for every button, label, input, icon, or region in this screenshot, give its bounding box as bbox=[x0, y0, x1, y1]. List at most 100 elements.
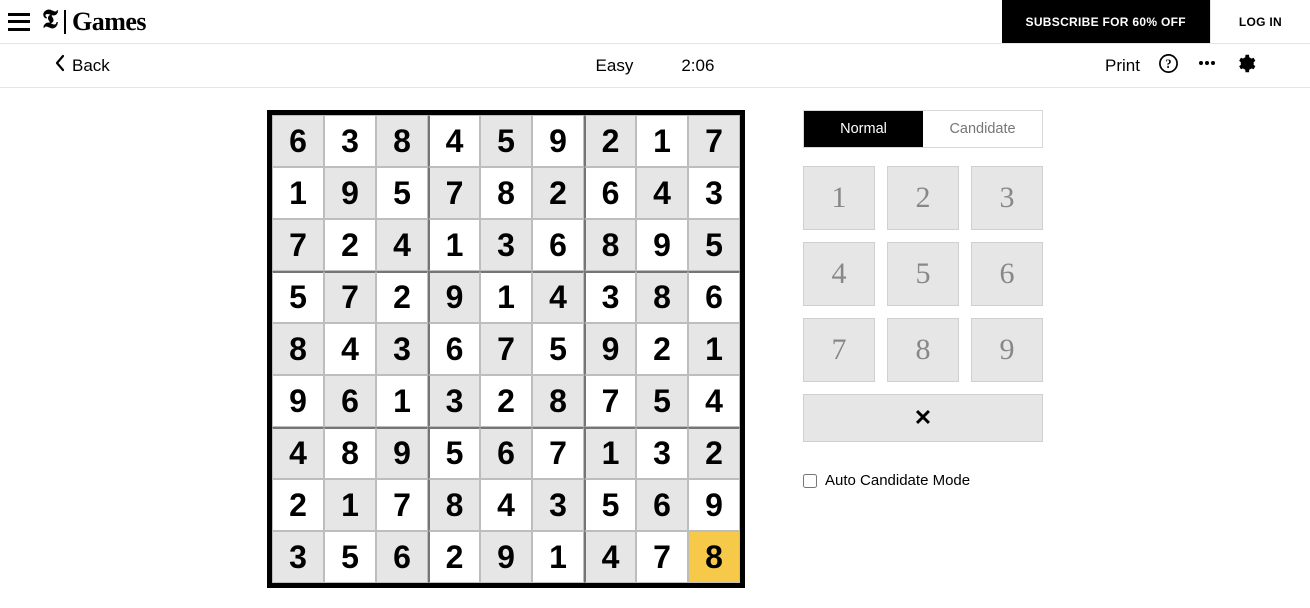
sudoku-cell[interactable]: 7 bbox=[584, 375, 636, 427]
sudoku-cell[interactable]: 3 bbox=[636, 427, 688, 479]
sudoku-cell[interactable]: 6 bbox=[480, 427, 532, 479]
sudoku-cell[interactable]: 3 bbox=[376, 323, 428, 375]
tab-normal[interactable]: Normal bbox=[804, 111, 923, 147]
sudoku-cell[interactable]: 3 bbox=[532, 479, 584, 531]
sudoku-cell[interactable]: 2 bbox=[532, 167, 584, 219]
gear-icon[interactable] bbox=[1235, 53, 1256, 79]
keypad-7[interactable]: 7 bbox=[803, 318, 875, 382]
sudoku-cell[interactable]: 6 bbox=[324, 375, 376, 427]
sudoku-cell[interactable]: 4 bbox=[324, 323, 376, 375]
sudoku-cell[interactable]: 4 bbox=[376, 219, 428, 271]
sudoku-cell[interactable]: 5 bbox=[376, 167, 428, 219]
sudoku-cell[interactable]: 6 bbox=[428, 323, 480, 375]
sudoku-cell[interactable]: 6 bbox=[532, 219, 584, 271]
keypad-8[interactable]: 8 bbox=[887, 318, 959, 382]
hamburger-menu-icon[interactable] bbox=[8, 13, 30, 31]
sudoku-cell[interactable]: 7 bbox=[532, 427, 584, 479]
back-button[interactable]: Back bbox=[54, 54, 110, 77]
sudoku-cell[interactable]: 1 bbox=[688, 323, 740, 375]
login-button[interactable]: LOG IN bbox=[1210, 0, 1310, 43]
sudoku-cell[interactable]: 8 bbox=[480, 167, 532, 219]
help-icon[interactable]: ? bbox=[1158, 53, 1179, 79]
sudoku-cell[interactable]: 1 bbox=[376, 375, 428, 427]
sudoku-cell[interactable]: 9 bbox=[480, 531, 532, 583]
sudoku-cell[interactable]: 9 bbox=[324, 167, 376, 219]
keypad-2[interactable]: 2 bbox=[887, 166, 959, 230]
sudoku-cell[interactable]: 4 bbox=[428, 115, 480, 167]
sudoku-cell[interactable]: 4 bbox=[532, 271, 584, 323]
sudoku-cell[interactable]: 5 bbox=[688, 219, 740, 271]
sudoku-cell[interactable]: 1 bbox=[272, 167, 324, 219]
sudoku-cell[interactable]: 5 bbox=[272, 271, 324, 323]
sudoku-cell[interactable]: 9 bbox=[376, 427, 428, 479]
keypad-6[interactable]: 6 bbox=[971, 242, 1043, 306]
keypad-clear[interactable]: ✕ bbox=[803, 394, 1043, 442]
keypad-5[interactable]: 5 bbox=[887, 242, 959, 306]
sudoku-cell[interactable]: 8 bbox=[428, 479, 480, 531]
keypad-4[interactable]: 4 bbox=[803, 242, 875, 306]
sudoku-cell[interactable]: 4 bbox=[584, 531, 636, 583]
sudoku-cell[interactable]: 1 bbox=[584, 427, 636, 479]
sudoku-cell[interactable]: 4 bbox=[636, 167, 688, 219]
sudoku-cell[interactable]: 2 bbox=[428, 531, 480, 583]
sudoku-cell[interactable]: 6 bbox=[584, 167, 636, 219]
sudoku-cell[interactable]: 2 bbox=[324, 219, 376, 271]
sudoku-cell[interactable]: 5 bbox=[532, 323, 584, 375]
sudoku-cell[interactable]: 6 bbox=[272, 115, 324, 167]
sudoku-cell[interactable]: 7 bbox=[480, 323, 532, 375]
sudoku-cell[interactable]: 2 bbox=[272, 479, 324, 531]
sudoku-cell[interactable]: 1 bbox=[324, 479, 376, 531]
sudoku-cell[interactable]: 6 bbox=[636, 479, 688, 531]
sudoku-cell[interactable]: 5 bbox=[480, 115, 532, 167]
sudoku-cell[interactable]: 8 bbox=[532, 375, 584, 427]
sudoku-cell[interactable]: 1 bbox=[636, 115, 688, 167]
sudoku-cell[interactable]: 9 bbox=[532, 115, 584, 167]
sudoku-cell[interactable]: 2 bbox=[480, 375, 532, 427]
keypad-3[interactable]: 3 bbox=[971, 166, 1043, 230]
sudoku-cell[interactable]: 6 bbox=[376, 531, 428, 583]
sudoku-cell[interactable]: 1 bbox=[532, 531, 584, 583]
sudoku-cell[interactable]: 7 bbox=[376, 479, 428, 531]
more-icon[interactable] bbox=[1197, 53, 1217, 78]
keypad-9[interactable]: 9 bbox=[971, 318, 1043, 382]
sudoku-cell[interactable]: 7 bbox=[428, 167, 480, 219]
sudoku-cell[interactable]: 4 bbox=[480, 479, 532, 531]
sudoku-cell[interactable]: 9 bbox=[584, 323, 636, 375]
sudoku-cell[interactable]: 9 bbox=[272, 375, 324, 427]
sudoku-cell[interactable]: 5 bbox=[584, 479, 636, 531]
sudoku-cell[interactable]: 9 bbox=[636, 219, 688, 271]
sudoku-cell[interactable]: 5 bbox=[428, 427, 480, 479]
tab-candidate[interactable]: Candidate bbox=[923, 111, 1042, 147]
sudoku-cell[interactable]: 5 bbox=[324, 531, 376, 583]
sudoku-cell[interactable]: 4 bbox=[688, 375, 740, 427]
sudoku-cell[interactable]: 3 bbox=[480, 219, 532, 271]
keypad-1[interactable]: 1 bbox=[803, 166, 875, 230]
sudoku-cell[interactable]: 8 bbox=[688, 531, 740, 583]
sudoku-cell[interactable]: 7 bbox=[636, 531, 688, 583]
nyt-games-logo[interactable]: 𝕿 Games bbox=[42, 7, 146, 37]
sudoku-cell[interactable]: 8 bbox=[324, 427, 376, 479]
sudoku-cell[interactable]: 2 bbox=[688, 427, 740, 479]
sudoku-cell[interactable]: 7 bbox=[272, 219, 324, 271]
sudoku-cell[interactable]: 3 bbox=[324, 115, 376, 167]
sudoku-cell[interactable]: 9 bbox=[428, 271, 480, 323]
sudoku-cell[interactable]: 2 bbox=[584, 115, 636, 167]
sudoku-cell[interactable]: 3 bbox=[688, 167, 740, 219]
sudoku-cell[interactable]: 1 bbox=[428, 219, 480, 271]
sudoku-cell[interactable]: 8 bbox=[636, 271, 688, 323]
sudoku-cell[interactable]: 8 bbox=[272, 323, 324, 375]
sudoku-cell[interactable]: 3 bbox=[428, 375, 480, 427]
sudoku-cell[interactable]: 7 bbox=[324, 271, 376, 323]
sudoku-cell[interactable]: 2 bbox=[376, 271, 428, 323]
sudoku-cell[interactable]: 3 bbox=[584, 271, 636, 323]
sudoku-cell[interactable]: 3 bbox=[272, 531, 324, 583]
auto-candidate-checkbox[interactable] bbox=[803, 474, 817, 488]
sudoku-cell[interactable]: 8 bbox=[376, 115, 428, 167]
sudoku-cell[interactable]: 9 bbox=[688, 479, 740, 531]
sudoku-cell[interactable]: 5 bbox=[636, 375, 688, 427]
sudoku-cell[interactable]: 7 bbox=[688, 115, 740, 167]
subscribe-button[interactable]: SUBSCRIBE FOR 60% OFF bbox=[1002, 0, 1210, 43]
print-button[interactable]: Print bbox=[1105, 56, 1140, 76]
sudoku-cell[interactable]: 6 bbox=[688, 271, 740, 323]
sudoku-cell[interactable]: 8 bbox=[584, 219, 636, 271]
